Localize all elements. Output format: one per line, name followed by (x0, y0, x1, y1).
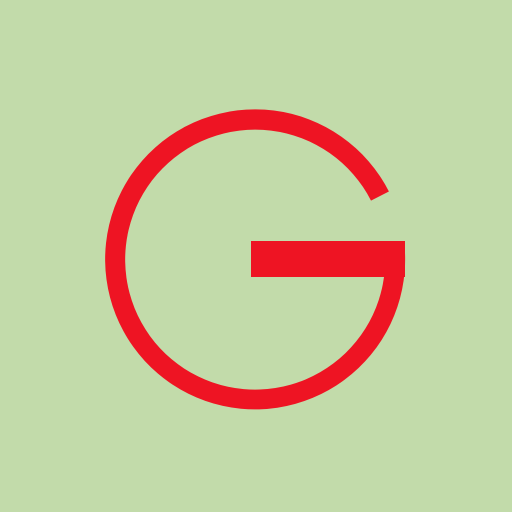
letter-g-logo-icon (0, 0, 512, 512)
app-icon-tile (0, 0, 512, 512)
g-crossbar (251, 241, 405, 277)
